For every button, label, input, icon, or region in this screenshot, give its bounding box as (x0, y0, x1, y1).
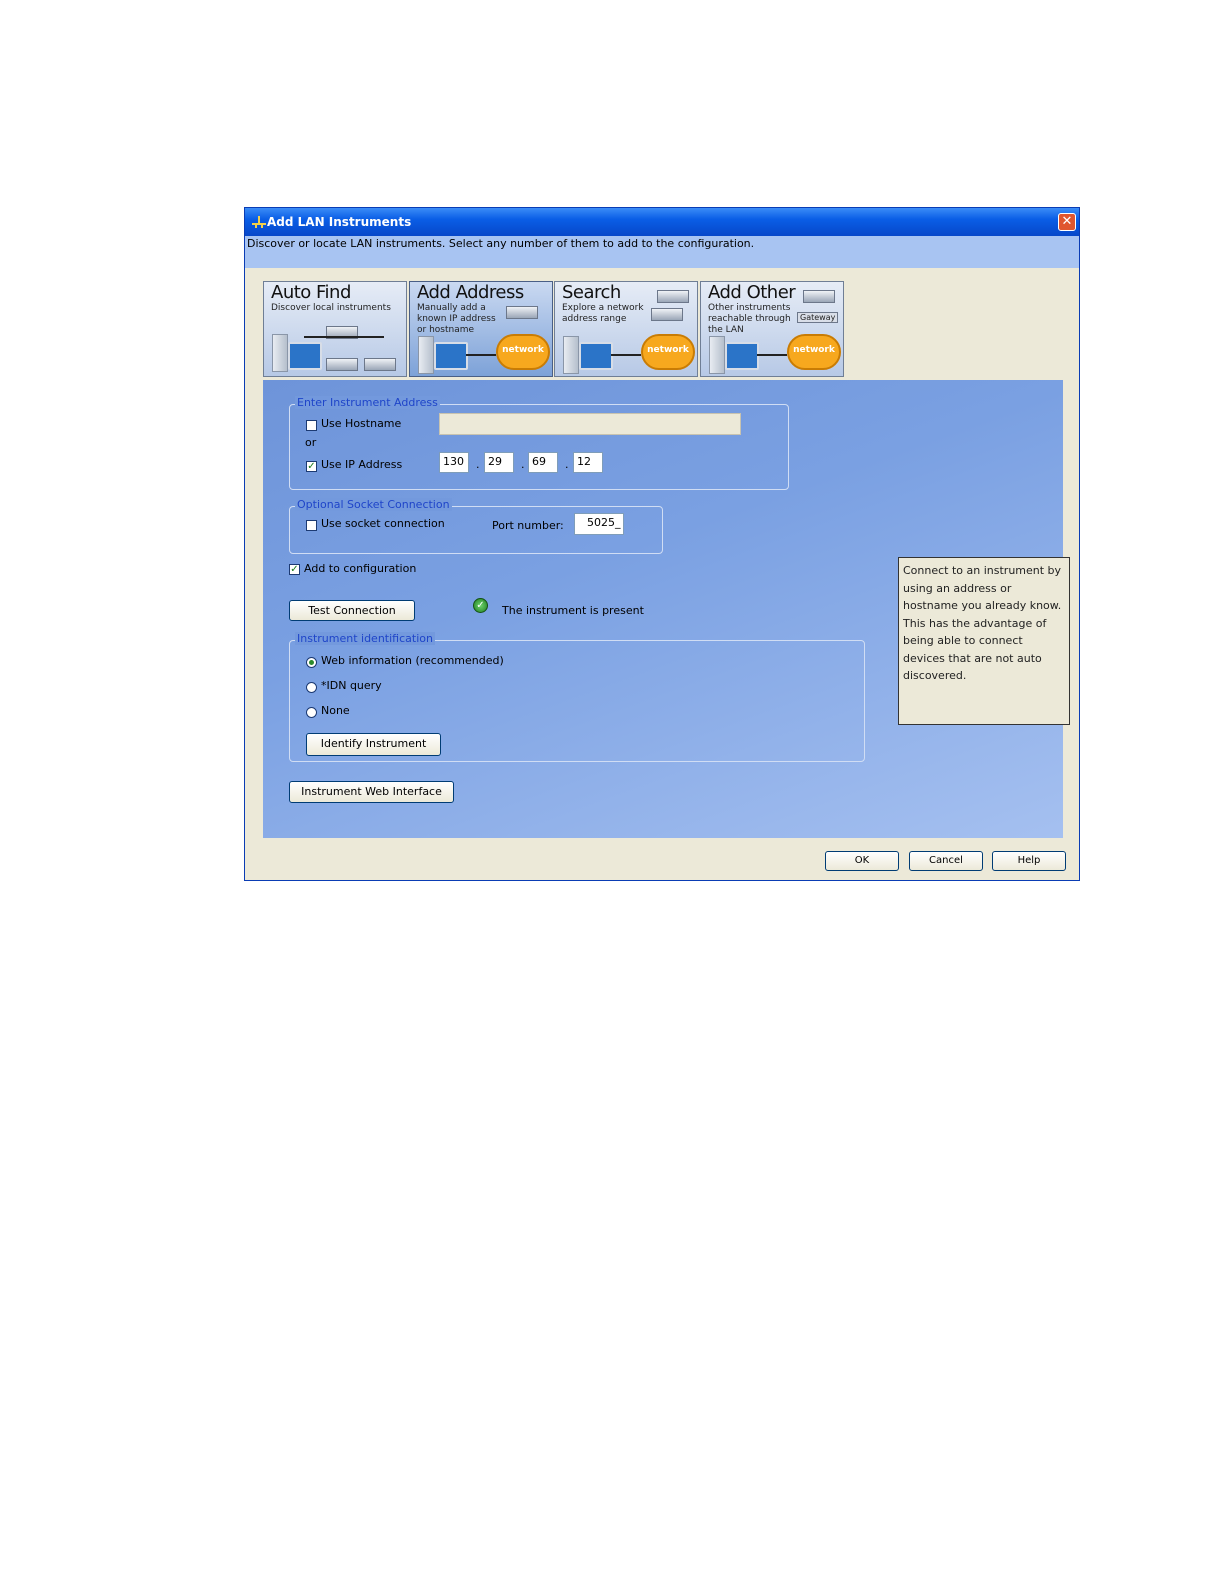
port-number-label: Port number: (492, 519, 564, 532)
monitor-icon (725, 342, 759, 370)
monitor-icon (288, 342, 322, 370)
instrument-icon (506, 306, 538, 319)
ip-octet-3-input[interactable]: 69 (528, 452, 558, 473)
help-description-box: Connect to an instrument by using an add… (898, 557, 1070, 725)
use-socket-connection-checkbox[interactable] (306, 520, 317, 531)
test-connection-button[interactable]: Test Connection (289, 600, 415, 621)
connection-status-text: The instrument is present (502, 604, 644, 617)
use-socket-connection-label: Use socket connection (321, 517, 445, 530)
add-lan-instruments-dialog: Add LAN Instruments ✕ Discover or locate… (244, 207, 1080, 881)
identification-group-legend: Instrument identification (295, 632, 435, 645)
computer-tower-icon (418, 336, 434, 374)
instrument-icon (364, 358, 396, 371)
help-button[interactable]: Help (992, 851, 1066, 871)
add-to-configuration-label: Add to configuration (304, 562, 417, 575)
close-icon: ✕ (1061, 214, 1073, 229)
computer-tower-icon (709, 336, 725, 374)
radio-web-information[interactable] (306, 657, 317, 668)
address-group-legend: Enter Instrument Address (295, 396, 440, 409)
tab-auto-find[interactable]: Auto Find Discover local instruments (263, 281, 407, 377)
tab-description: Discover local instruments (271, 303, 391, 313)
tab-title: Add Address (417, 282, 524, 303)
checkmark-icon: ✓ (307, 461, 316, 472)
network-wire (757, 354, 787, 356)
instrument-icon (803, 290, 835, 303)
ip-octet-4-input[interactable]: 12 (573, 452, 603, 473)
or-label: or (305, 436, 317, 449)
identify-instrument-button[interactable]: Identify Instrument (306, 733, 441, 756)
tab-search[interactable]: Search Explore a network address range n… (554, 281, 698, 377)
instrument-icon (651, 308, 683, 321)
gateway-label: Gateway (797, 312, 839, 323)
tab-description: Manually add a known IP address or hostn… (417, 303, 496, 335)
add-to-configuration-checkbox[interactable]: ✓ (289, 564, 300, 575)
ok-button[interactable]: OK (825, 851, 899, 871)
tab-title: Add Other (708, 282, 796, 303)
success-check-icon: ✓ (473, 598, 488, 613)
socket-group-legend: Optional Socket Connection (295, 498, 452, 511)
use-hostname-label: Use Hostname (321, 417, 402, 430)
network-cloud-icon: network (641, 334, 695, 370)
radio-none[interactable] (306, 707, 317, 718)
check-glyph: ✓ (476, 600, 485, 611)
ip-separator: . (521, 458, 525, 471)
ip-octet-1-input[interactable]: 130 (439, 452, 469, 473)
network-wire (304, 336, 384, 338)
network-wire (466, 354, 496, 356)
ip-separator: . (476, 458, 480, 471)
use-ip-address-checkbox[interactable]: ✓ (306, 461, 317, 472)
ip-octet-2-input[interactable]: 29 (484, 452, 514, 473)
close-button[interactable]: ✕ (1058, 213, 1076, 231)
network-wire (611, 354, 641, 356)
add-address-panel: Enter Instrument Address Use Hostname or… (263, 380, 1070, 838)
tab-description: Explore a network address range (562, 303, 644, 324)
computer-tower-icon (563, 336, 579, 374)
lan-plug-icon (252, 216, 266, 228)
instrument-web-interface-button[interactable]: Instrument Web Interface (289, 781, 454, 803)
instrument-icon (657, 290, 689, 303)
monitor-icon (434, 342, 468, 370)
idn-query-label: *IDN query (321, 679, 382, 692)
cancel-button[interactable]: Cancel (909, 851, 983, 871)
computer-tower-icon (272, 334, 288, 372)
instrument-icon (326, 358, 358, 371)
ip-separator: . (565, 458, 569, 471)
port-number-input[interactable]: 5025_ (574, 513, 624, 535)
network-cloud-icon: network (496, 334, 550, 370)
tab-title: Search (562, 282, 621, 303)
window-title: Add LAN Instruments (267, 215, 412, 229)
use-hostname-checkbox[interactable] (306, 420, 317, 431)
use-ip-address-label: Use IP Address (321, 458, 403, 471)
tab-add-address[interactable]: Add Address Manually add a known IP addr… (409, 281, 553, 377)
tab-description: Other instruments reachable through the … (708, 303, 791, 335)
instruction-text: Discover or locate LAN instruments. Sele… (247, 237, 755, 250)
none-label: None (321, 704, 350, 717)
web-information-label: Web information (recommended) (321, 654, 504, 667)
hostname-input[interactable] (439, 413, 741, 435)
monitor-icon (579, 342, 613, 370)
checkmark-icon: ✓ (290, 564, 299, 575)
tab-add-other[interactable]: Add Other Other instruments reachable th… (700, 281, 844, 377)
radio-idn-query[interactable] (306, 682, 317, 693)
network-cloud-icon: network (787, 334, 841, 370)
tab-title: Auto Find (271, 282, 351, 303)
